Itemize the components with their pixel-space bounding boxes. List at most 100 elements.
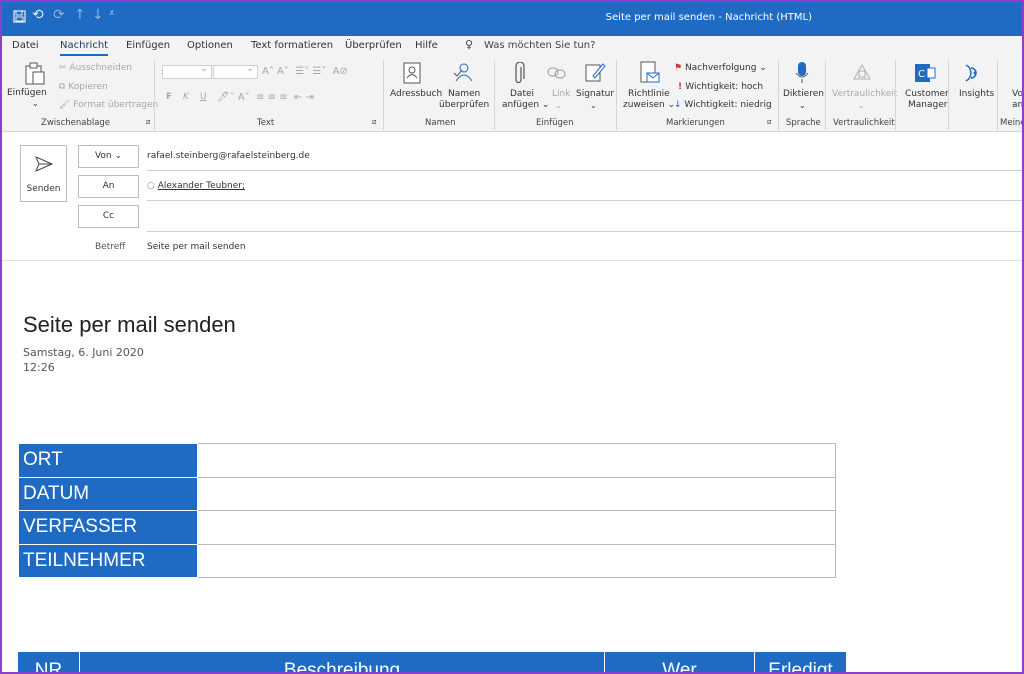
group-label-voice: Sprache <box>786 118 821 128</box>
link-button[interactable]: Link <box>552 89 570 100</box>
chevron-down-icon[interactable]: ⌄ <box>799 100 806 111</box>
tab-datei[interactable]: Datei <box>12 40 39 51</box>
divider <box>948 60 949 130</box>
ribbon: Einfügen ⌄ ✂ Ausschneiden ⧉ Kopieren 🖌 F… <box>2 56 1022 132</box>
divider <box>494 60 495 130</box>
subject-field[interactable]: Seite per mail senden <box>147 242 246 252</box>
title-bar: ⟲ ⟳ ↑ ↓ ⩡ Seite per mail senden - Nachri… <box>2 2 1022 36</box>
divider <box>147 170 1022 171</box>
ribbon-tabs: Datei Nachricht Einfügen Optionen Text f… <box>2 36 1022 56</box>
from-button[interactable]: Von ⌄ <box>78 145 139 168</box>
highlight-icon[interactable]: 🖊˅ A˅ ≡ ≡ ≡ ⇤ ⇥ <box>217 92 314 103</box>
tab-nachricht[interactable]: Nachricht <box>60 40 109 56</box>
table-row: VERFASSER <box>18 510 836 545</box>
row-value[interactable] <box>197 443 836 478</box>
signature-button[interactable]: Signatur <box>576 89 614 100</box>
tab-ueberpruefen[interactable]: Überprüfen <box>345 40 402 51</box>
page-title: Seite per mail senden <box>23 312 236 337</box>
group-label-text: Text <box>257 118 275 128</box>
follow-up-button[interactable]: ⚑ Nachverfolgung ⌄ <box>674 63 767 74</box>
assign-policy-label: zuweisen ⌄ <box>623 100 676 110</box>
font-size-combo[interactable] <box>213 64 258 79</box>
customer-manager-label: Manager <box>908 100 948 110</box>
customer-manager-icon[interactable]: C <box>914 62 936 84</box>
insights-button[interactable]: Insights <box>959 89 994 100</box>
format-painter-button[interactable]: 🖌 Format übertragen <box>59 100 158 111</box>
column-header-erledigt: Erledigt <box>755 652 847 672</box>
importance-high-button[interactable]: ! Wichtigkeit: hoch <box>678 82 763 93</box>
divider <box>147 200 1022 201</box>
page-date: Samstag, 6. Juni 2020 <box>23 346 144 359</box>
svg-text:C: C <box>918 69 925 80</box>
column-header-beschreibung: Beschreibung <box>80 652 605 672</box>
address-book-button[interactable]: Adressbuch <box>390 89 442 100</box>
cut-button[interactable]: ✂ Ausschneiden <box>59 63 132 74</box>
insights-icon[interactable] <box>960 61 986 85</box>
group-label-sensitivity: Vertraulichkeit <box>833 118 895 128</box>
tell-me-search[interactable]: Was möchten Sie tun? <box>484 40 595 51</box>
microphone-icon[interactable] <box>794 61 810 85</box>
scissors-icon: ✂ <box>59 63 70 73</box>
cut-off-label: an <box>1012 100 1024 110</box>
font-family-combo[interactable] <box>162 64 212 79</box>
info-table: ORT DATUM VERFASSER TEILNEHMER <box>18 443 836 578</box>
row-value[interactable] <box>197 543 836 578</box>
row-value[interactable] <box>197 476 836 511</box>
to-field[interactable]: ○ Alexander Teubner; <box>147 181 245 191</box>
check-names-label: überprüfen <box>439 100 490 110</box>
recipient-chip[interactable]: Alexander Teubner; <box>158 181 245 191</box>
tab-optionen[interactable]: Optionen <box>187 40 233 51</box>
arrow-down-icon: ↓ <box>674 100 685 110</box>
address-book-icon[interactable] <box>402 62 422 84</box>
brush-icon: 🖌 <box>59 100 74 110</box>
row-label-ort: ORT <box>18 443 198 478</box>
dictate-button[interactable]: Diktieren <box>783 89 824 100</box>
divider <box>997 60 998 130</box>
paperclip-icon[interactable] <box>513 62 525 86</box>
signature-icon[interactable] <box>584 61 606 83</box>
cut-off-button[interactable]: Vo <box>1012 89 1022 100</box>
compose-header: Senden Von ⌄ rafael.steinberg@rafaelstei… <box>2 133 1022 261</box>
attach-file-label: anfügen ⌄ <box>502 100 550 110</box>
policy-icon[interactable] <box>639 61 661 85</box>
group-label-clipboard: Zwischenablage <box>41 118 111 128</box>
group-label-tags: Markierungen <box>666 118 725 128</box>
subject-label: Betreff <box>95 242 126 252</box>
row-value[interactable] <box>197 510 836 545</box>
underline-button[interactable]: U <box>200 92 207 103</box>
assign-policy-button[interactable]: Richtlinie <box>628 89 670 100</box>
chevron-down-icon[interactable]: ⌄ <box>555 100 562 111</box>
send-button[interactable]: Senden <box>20 145 67 202</box>
tab-hilfe[interactable]: Hilfe <box>415 40 438 51</box>
font-grow-icon[interactable]: A˄ A˅ ☰˅ ☰˅ A⊘ <box>262 66 348 77</box>
tab-einfuegen[interactable]: Einfügen <box>126 40 170 51</box>
sensitivity-button[interactable]: Vertraulichkeit <box>832 89 897 100</box>
chevron-down-icon[interactable]: ⌄ <box>858 100 865 111</box>
lightbulb-icon[interactable]: ♀ <box>465 38 473 51</box>
paste-button[interactable]: Einfügen <box>7 88 47 99</box>
cc-button[interactable]: Cc <box>78 205 139 228</box>
chevron-down-icon[interactable]: ⌄ <box>32 98 39 109</box>
bold-button[interactable]: F <box>166 92 172 103</box>
sensitivity-icon[interactable] <box>852 61 872 83</box>
italic-button[interactable]: K <box>183 92 189 103</box>
tab-text-formatieren[interactable]: Text formatieren <box>251 40 333 51</box>
customer-manager-button[interactable]: Customer <box>905 89 949 100</box>
paste-icon[interactable] <box>24 62 46 86</box>
dialog-launcher-icon[interactable]: ⧄ <box>767 118 771 127</box>
chevron-down-icon[interactable]: ⌄ <box>590 100 597 111</box>
link-icon[interactable] <box>547 65 567 81</box>
check-names-button[interactable]: Namen <box>448 89 480 100</box>
group-label-names: Namen <box>425 118 456 128</box>
to-button[interactable]: An <box>78 175 139 198</box>
importance-low-button[interactable]: ↓ Wichtigkeit: niedrig <box>674 100 772 111</box>
dialog-launcher-icon[interactable]: ⧄ <box>372 118 376 127</box>
attach-file-button[interactable]: Datei <box>510 89 534 100</box>
table-row: ORT <box>18 443 836 478</box>
dialog-launcher-icon[interactable]: ⧄ <box>146 118 150 127</box>
divider <box>383 60 384 130</box>
copy-button[interactable]: ⧉ Kopieren <box>59 82 108 93</box>
divider <box>778 60 779 130</box>
chevron-down-icon: ⌄ <box>114 151 123 161</box>
check-names-icon[interactable] <box>452 61 474 83</box>
